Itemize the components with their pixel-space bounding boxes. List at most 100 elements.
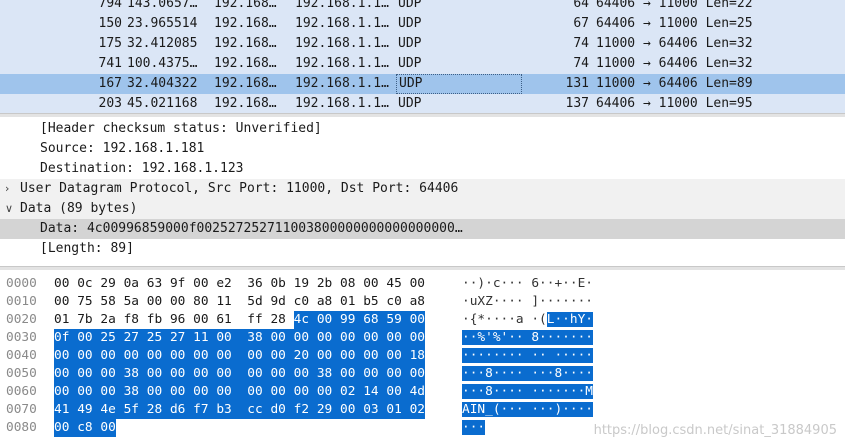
hex-byte[interactable]: 00 — [77, 383, 101, 401]
hex-byte[interactable]: e2 — [216, 275, 231, 293]
packet-row[interactable]: 741 100.4375… 192.168… 192.168.1.1… UDP 74 110… — [0, 54, 845, 74]
hex-byte[interactable]: 75 — [77, 293, 92, 311]
packet-list[interactable]: 794 143.0657… 192.168… 192.168.1.1… UDP 64 644… — [0, 0, 845, 113]
hex-byte[interactable]: 00 — [54, 419, 78, 437]
hex-byte[interactable]: 00 — [77, 347, 101, 365]
hex-byte[interactable]: 0b — [270, 275, 285, 293]
hex-byte[interactable]: 00 — [100, 419, 116, 437]
hex-byte[interactable]: 00 — [100, 365, 124, 383]
hex-byte[interactable]: 28 — [270, 311, 285, 329]
ascii-dump[interactable]: ·uXZ···· ]······· — [462, 293, 593, 311]
ascii-dump[interactable]: ···8···· ·······M — [462, 383, 593, 401]
hex-byte[interactable]: d6 — [169, 401, 194, 419]
hex-byte[interactable]: 00 — [193, 365, 217, 383]
ascii-dump[interactable]: ··)·c··· 6··+··E· — [462, 275, 593, 293]
hex-byte[interactable]: 4e — [100, 401, 124, 419]
hex-byte[interactable]: 41 — [54, 401, 78, 419]
hex-byte[interactable]: 00 — [193, 383, 217, 401]
hex-byte[interactable]: 03 — [363, 401, 387, 419]
hex-byte[interactable]: d0 — [270, 401, 294, 419]
packet-row[interactable]: 794 143.0657… 192.168… 192.168.1.1… UDP 64 644… — [0, 0, 845, 14]
hex-byte[interactable]: 00 — [146, 383, 170, 401]
hex-byte[interactable]: 38 — [123, 365, 147, 383]
hex-byte[interactable]: 00 — [193, 275, 208, 293]
hex-byte[interactable]: 00 — [123, 347, 147, 365]
hex-byte[interactable]: 45 — [386, 275, 401, 293]
ascii-dump[interactable]: ···8···· ···8···· — [462, 365, 593, 383]
hex-byte[interactable]: 5d — [247, 293, 262, 311]
hex-byte[interactable]: 00 — [363, 275, 378, 293]
hex-byte[interactable]: 4d — [409, 383, 426, 401]
hex-byte[interactable]: 25 — [100, 329, 124, 347]
hex-byte[interactable]: 00 — [316, 383, 340, 401]
hex-byte[interactable]: 02 — [409, 401, 426, 419]
hex-byte[interactable]: 0f — [54, 329, 78, 347]
packet-details-tree[interactable]: [Header checksum status: Unverified] Sour… — [0, 117, 845, 266]
hex-byte[interactable]: 25 — [146, 329, 170, 347]
hex-byte[interactable]: 27 — [123, 329, 147, 347]
hex-byte[interactable]: 00 — [247, 347, 271, 365]
hex-byte[interactable]: 00 — [146, 365, 170, 383]
hex-byte[interactable]: 00 — [270, 347, 294, 365]
collapse-arrow-icon[interactable]: ∨ — [5, 199, 15, 219]
hex-byte[interactable]: 7b — [77, 311, 92, 329]
expand-arrow-icon[interactable]: › — [5, 179, 15, 199]
hex-byte[interactable]: 29 — [100, 275, 115, 293]
hex-byte[interactable]: 00 — [386, 365, 410, 383]
hex-byte[interactable]: 38 — [316, 365, 340, 383]
hex-byte[interactable]: 00 — [54, 293, 69, 311]
ascii-dump[interactable]: AIN_(··· ···)···· — [462, 401, 593, 419]
tree-row[interactable]: Destination: 192.168.1.123 — [0, 159, 845, 179]
hex-byte[interactable]: 00 — [147, 293, 162, 311]
hex-byte[interactable]: 00 — [216, 347, 248, 365]
hex-byte[interactable]: 00 — [340, 401, 364, 419]
hex-byte[interactable]: 68 — [363, 311, 387, 329]
hex-byte[interactable]: 00 — [169, 383, 194, 401]
hex-byte[interactable]: 11 — [193, 329, 217, 347]
ascii-dump[interactable]: ········ ·· ····· — [462, 347, 593, 365]
hex-byte[interactable]: 96 — [170, 311, 185, 329]
hex-byte[interactable]: 00 — [293, 329, 317, 347]
hex-byte[interactable]: 63 — [147, 275, 162, 293]
hex-byte[interactable]: 00 — [100, 347, 124, 365]
hex-byte[interactable]: c0 — [386, 293, 401, 311]
hex-byte[interactable]: 00 — [316, 347, 340, 365]
hex-byte[interactable]: 4c — [293, 311, 317, 329]
hex-byte[interactable]: 00 — [316, 311, 340, 329]
ascii-dump[interactable]: ·{*····a ·(L··hY· — [462, 311, 593, 329]
hex-byte[interactable]: 00 — [216, 365, 248, 383]
hex-byte[interactable]: 00 — [193, 311, 208, 329]
hex-byte[interactable]: 00 — [54, 347, 78, 365]
hex-byte[interactable]: 00 — [409, 365, 426, 383]
hex-byte[interactable]: a8 — [410, 293, 425, 311]
hex-byte[interactable]: 00 — [409, 329, 426, 347]
hex-byte[interactable]: 00 — [363, 329, 387, 347]
hex-byte[interactable]: 00 — [247, 365, 271, 383]
hex-byte[interactable]: fb — [147, 311, 162, 329]
hex-byte[interactable]: 00 — [340, 365, 364, 383]
hex-byte[interactable]: 01 — [386, 401, 410, 419]
hex-byte[interactable]: 00 — [410, 275, 425, 293]
hex-byte[interactable]: ff — [247, 311, 262, 329]
hex-byte[interactable]: 00 — [169, 365, 194, 383]
hex-byte[interactable]: 18 — [409, 347, 426, 365]
hex-byte[interactable]: 01 — [54, 311, 69, 329]
hex-byte[interactable]: 2b — [317, 275, 332, 293]
hex-byte[interactable]: 38 — [123, 383, 147, 401]
hex-byte[interactable]: 14 — [363, 383, 387, 401]
hex-byte[interactable]: 49 — [77, 401, 101, 419]
hex-byte[interactable]: c0 — [294, 293, 309, 311]
tree-row[interactable]: ∨ Data (89 bytes) — [0, 199, 845, 219]
hex-byte[interactable]: 00 — [54, 365, 78, 383]
hex-byte[interactable]: 00 — [247, 383, 271, 401]
tree-row[interactable]: Data: 4c00996859000f00252725271100380000… — [0, 219, 845, 239]
hex-byte[interactable]: 00 — [170, 293, 185, 311]
hex-byte[interactable]: 00 — [169, 347, 194, 365]
hex-byte[interactable]: 00 — [293, 383, 317, 401]
hex-byte[interactable]: 29 — [316, 401, 340, 419]
hex-byte[interactable]: a8 — [317, 293, 332, 311]
packet-row[interactable]: 175 32.412085 192.168… 192.168.1.1… UDP 74 110… — [0, 34, 845, 54]
hex-byte[interactable]: 00 — [77, 329, 101, 347]
hex-byte[interactable]: 00 — [363, 347, 387, 365]
hex-byte[interactable]: 00 — [193, 347, 217, 365]
